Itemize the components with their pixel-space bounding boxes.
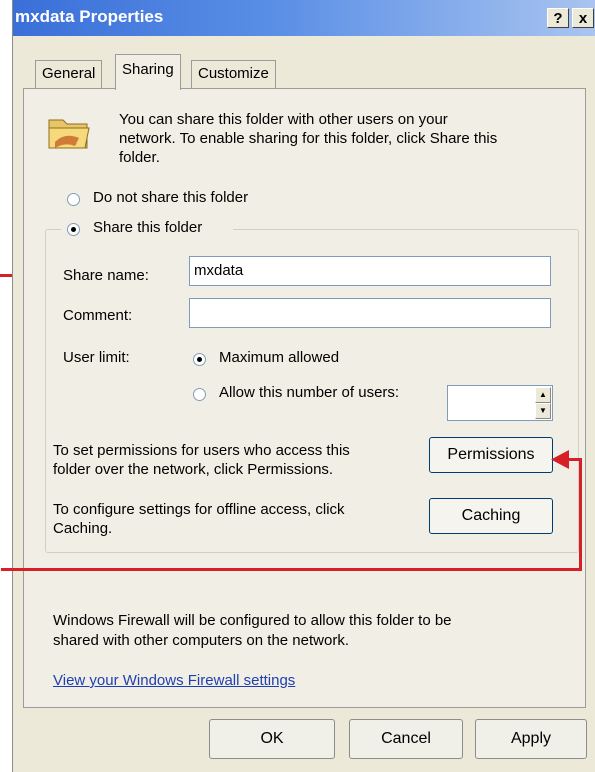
spin-down-icon[interactable]: ▼ [535, 403, 551, 419]
share-name-input[interactable]: mxdata [189, 256, 551, 286]
user-count-spinner[interactable]: ▲ ▼ [447, 385, 553, 421]
allow-number-label[interactable]: Allow this number of users: [219, 384, 399, 401]
do-not-share-radio[interactable] [67, 193, 80, 206]
intro-line-3: folder. [119, 149, 160, 166]
intro-line-2: network. To enable sharing for this fold… [119, 130, 498, 147]
user-limit-label: User limit: [63, 349, 130, 366]
close-button[interactable]: x [572, 8, 594, 28]
spin-up-icon[interactable]: ▲ [535, 387, 551, 403]
caching-text-line-2: Caching. [53, 520, 113, 537]
firewall-text-line-2: shared with other computers on the netwo… [53, 632, 349, 649]
do-not-share-label[interactable]: Do not share this folder [93, 189, 248, 206]
comment-label: Comment: [63, 307, 133, 324]
apply-button[interactable]: Apply [475, 719, 587, 759]
permissions-text-line-2: folder over the network, click Permissio… [53, 461, 334, 478]
tab-general[interactable]: General [35, 60, 103, 88]
annotation-bracket-bottom [1, 568, 582, 571]
maximum-allowed-radio[interactable] [193, 353, 206, 366]
annotation-bracket-vertical [579, 458, 582, 570]
comment-input[interactable] [189, 298, 551, 328]
share-name-label: Share name: [63, 267, 149, 284]
shared-folder-icon [48, 119, 90, 149]
caching-text-line-1: To configure settings for offline access… [53, 501, 345, 518]
intro-line-1: You can share this folder with other use… [119, 111, 448, 128]
tab-customize[interactable]: Customize [191, 60, 276, 88]
allow-number-radio[interactable] [193, 388, 206, 401]
share-this-folder-radio[interactable] [67, 223, 80, 236]
properties-dialog: mxdata Properties ? x General Sharing Cu… [1, 0, 595, 772]
firewall-settings-link[interactable]: View your Windows Firewall settings [53, 672, 295, 689]
title-bar[interactable]: mxdata Properties ? x [13, 0, 595, 36]
maximum-allowed-label[interactable]: Maximum allowed [219, 349, 339, 366]
firewall-text-line-1: Windows Firewall will be configured to a… [53, 612, 452, 629]
tab-sharing[interactable]: Sharing [115, 54, 181, 90]
help-button[interactable]: ? [547, 8, 569, 28]
caching-button[interactable]: Caching [429, 498, 553, 534]
permissions-text-line-1: To set permissions for users who access … [53, 442, 350, 459]
ok-button[interactable]: OK [209, 719, 335, 759]
share-this-folder-label[interactable]: Share this folder [93, 219, 202, 236]
permissions-button[interactable]: Permissions [429, 437, 553, 473]
annotation-arrowhead-permissions [551, 450, 569, 469]
window-title: mxdata Properties [15, 7, 164, 26]
cancel-button[interactable]: Cancel [349, 719, 463, 759]
